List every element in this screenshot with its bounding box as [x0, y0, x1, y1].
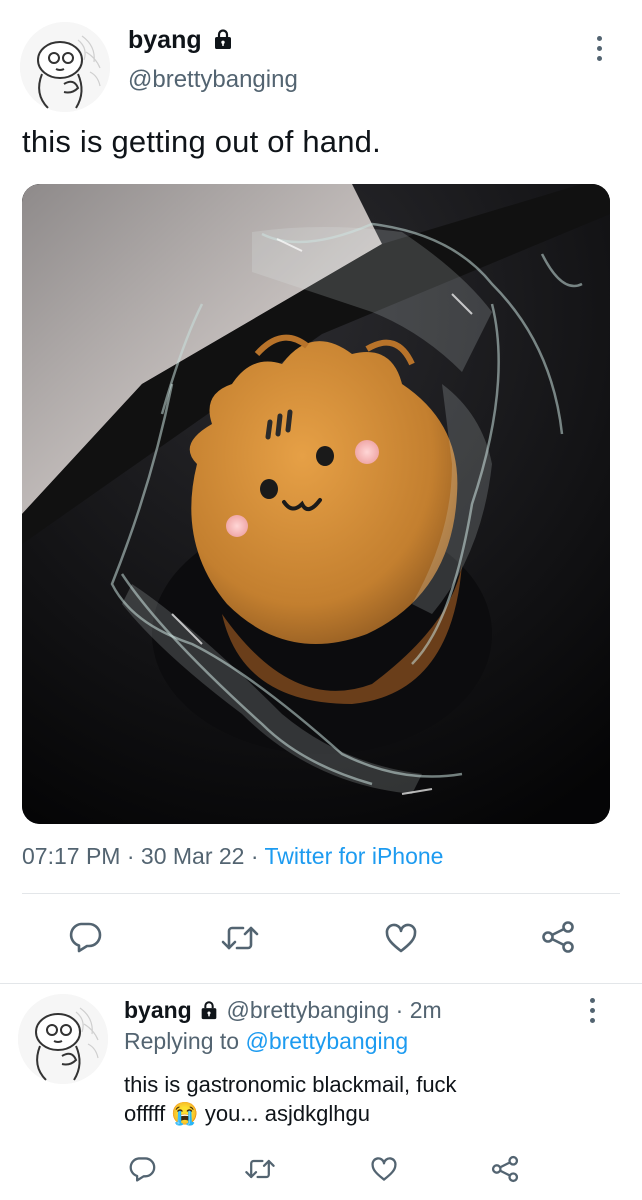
reply-icon [69, 922, 102, 953]
crying-emoji-icon: 😭 [171, 1101, 199, 1126]
share-icon [491, 1155, 519, 1183]
like-icon [371, 1157, 397, 1181]
meta-separator: · [120, 843, 141, 869]
divider [22, 893, 620, 894]
tweet-meta: 07:17 PM · 30 Mar 22 · Twitter for iPhon… [22, 843, 443, 870]
share-button[interactable] [490, 1155, 520, 1183]
replying-to-handle[interactable]: @brettybanging [245, 1028, 408, 1054]
reply-button[interactable] [128, 1156, 156, 1182]
retweet-icon [221, 926, 259, 950]
reply-text-part: you... asjdkglhgu [198, 1101, 370, 1126]
replying-to: Replying to @brettybanging [124, 1028, 408, 1055]
reply-avatar[interactable] [18, 994, 108, 1084]
divider [0, 983, 642, 984]
reply-display-name[interactable]: byang [124, 997, 192, 1023]
avatar-drawing [20, 22, 110, 112]
handle[interactable]: @brettybanging [128, 66, 298, 94]
share-icon [542, 921, 574, 953]
meta-separator: · [244, 843, 265, 869]
retweet-button[interactable] [244, 1156, 276, 1182]
retweet-button[interactable] [220, 922, 260, 954]
avatar[interactable] [20, 22, 110, 112]
tweet-time: 07:17 PM [22, 843, 121, 869]
share-button[interactable] [540, 920, 576, 954]
reply-text: this is gastronomic blackmail, fuck offf… [124, 1070, 457, 1128]
lock-icon [201, 1001, 217, 1020]
author-line: byang [128, 26, 235, 55]
retweet-icon [245, 1159, 275, 1179]
reply-text-line: offfff 😭 you... asjdkglhgu [124, 1099, 457, 1128]
reply-text-part: offfff [124, 1101, 172, 1126]
tweet-photo[interactable] [22, 184, 610, 824]
lock-icon [214, 29, 231, 50]
more-vertical-icon[interactable] [590, 998, 595, 1023]
display-name[interactable]: byang [128, 26, 202, 54]
reply-icon [129, 1157, 156, 1182]
reply-handle[interactable]: @brettybanging [227, 997, 390, 1023]
reply-button[interactable] [68, 921, 102, 953]
reply-text-line: this is gastronomic blackmail, fuck [124, 1072, 457, 1097]
tweet-source[interactable]: Twitter for iPhone [265, 843, 444, 869]
reply-age: 2m [409, 997, 442, 1023]
like-button[interactable] [370, 1156, 398, 1182]
more-vertical-icon[interactable] [597, 36, 602, 61]
tweet-date: 30 Mar 22 [140, 843, 245, 869]
tweet-text: this is getting out of hand. [22, 124, 381, 159]
avatar-drawing [18, 994, 108, 1084]
macaron-photo [22, 184, 610, 824]
reply-author-line: byang @brettybanging · 2m [124, 997, 442, 1024]
like-icon [385, 923, 417, 953]
like-button[interactable] [384, 922, 418, 954]
meta-separator: · [389, 997, 410, 1023]
replying-prefix: Replying to [124, 1028, 246, 1054]
